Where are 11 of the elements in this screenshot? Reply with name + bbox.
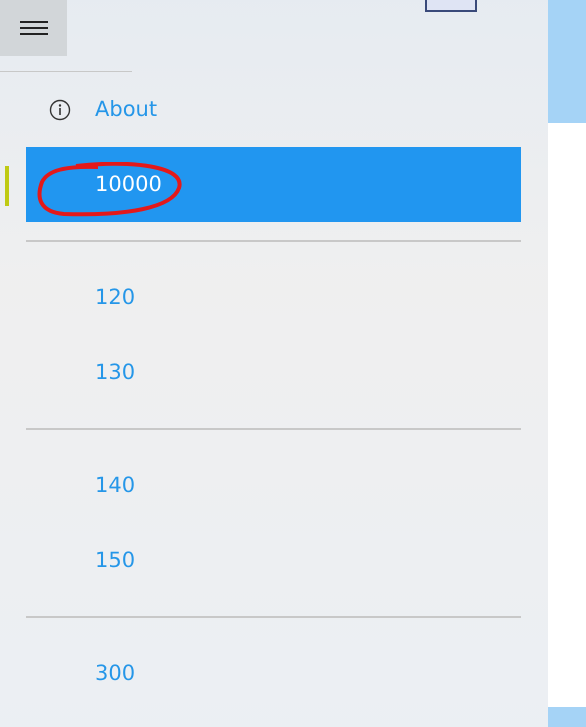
menu-item[interactable]: About (26, 72, 521, 147)
menu-icon (20, 20, 48, 36)
menu-item[interactable]: 130 (26, 335, 521, 410)
info-icon (49, 98, 71, 120)
footer-panel (548, 707, 586, 727)
menu-item[interactable]: 150 (26, 523, 521, 598)
menu-item[interactable]: 300 (26, 636, 521, 711)
menu-item[interactable]: 140 (26, 448, 521, 523)
menu-button[interactable] (0, 0, 67, 56)
menu-item[interactable]: 120 (26, 260, 521, 335)
selection-indicator (5, 166, 9, 206)
